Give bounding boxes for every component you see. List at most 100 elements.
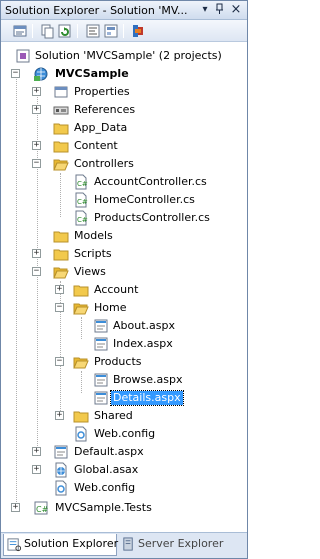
expand-icon[interactable]: + [32,87,41,96]
tree-item-index[interactable]: Index.aspx [1,335,247,353]
collapse-icon[interactable]: − [32,159,41,168]
expand-icon[interactable]: + [55,285,64,294]
tree-label: Products [94,355,142,368]
tree-item-project-mvcsample[interactable]: − MVCSample [1,65,247,83]
tree-label: HomeController.cs [94,193,195,206]
tree-item-products[interactable]: − Products [1,353,247,371]
config-file-icon [73,426,89,442]
tree-item-scripts[interactable]: + Scripts [1,245,247,263]
tree-label: Content [74,139,118,152]
folder-icon [53,246,69,262]
expand-icon[interactable]: + [32,465,41,474]
folder-open-icon [73,300,89,316]
tree-label: Properties [74,85,130,98]
tree-item-home[interactable]: − Home [1,299,247,317]
tree-label: Shared [94,409,133,422]
expand-icon[interactable]: + [32,249,41,258]
config-file-icon [53,480,69,496]
title-bar[interactable]: Solution Explorer - Solution 'MV... ▾ × [1,1,247,20]
tab-label: Server Explorer [138,537,224,550]
tree-item-project-tests[interactable]: + C# MVCSample.Tests [1,499,247,517]
tree-item-details[interactable]: Details.aspx [1,389,247,407]
collapse-icon[interactable]: − [32,267,41,276]
tree-label: MVCSample.Tests [55,501,152,514]
tree-item-products-controller[interactable]: C# ProductsController.cs [1,209,247,227]
tree-item-views-web-config[interactable]: Web.config [1,425,247,443]
tree-item-models[interactable]: Models [1,227,247,245]
tree-item-about[interactable]: About.aspx [1,317,247,335]
tree-label: Controllers [74,157,134,170]
expand-icon[interactable]: + [32,105,41,114]
properties-icon[interactable] [12,23,28,39]
class-diagram-icon[interactable] [130,23,146,39]
tree-item-content[interactable]: + Content [1,137,247,155]
tree-label: References [74,103,136,116]
tree-item-properties[interactable]: + Properties [1,83,247,101]
tab-server-explorer[interactable]: Server Explorer [118,534,244,556]
svg-text:C#: C# [77,180,88,188]
csharp-file-icon: C# [73,210,89,226]
close-icon[interactable]: × [229,3,243,17]
tree-label: Solution 'MVCSample' (2 projects) [35,49,222,62]
toolbar [1,20,247,42]
folder-icon [53,228,69,244]
tree-item-views[interactable]: − Views [1,263,247,281]
bottom-tab-strip: Solution Explorer Server Explorer [1,532,247,558]
expand-icon[interactable]: + [32,141,41,150]
tree-item-shared[interactable]: + Shared [1,407,247,425]
aspx-file-icon [53,444,69,460]
properties-folder-icon [53,84,69,100]
folder-icon [53,120,69,136]
solution-icon [15,48,31,64]
tree-label: Views [74,265,106,278]
tree-label: AccountController.cs [94,175,207,188]
tree-item-account[interactable]: + Account [1,281,247,299]
pin-icon[interactable] [213,3,227,17]
svg-text:C#: C# [77,198,88,206]
tree-item-controllers[interactable]: − Controllers [1,155,247,173]
collapse-icon[interactable]: − [55,357,64,366]
collapse-icon[interactable]: − [55,303,64,312]
aspx-file-icon [93,318,109,334]
folder-icon [73,282,89,298]
tree-item-global[interactable]: + Global.asax [1,461,247,479]
tree-label: Index.aspx [113,337,173,350]
tab-solution-explorer[interactable]: Solution Explorer [3,534,119,556]
solution-explorer-window: Solution Explorer - Solution 'MV... ▾ × … [0,0,248,559]
global-asax-icon [53,462,69,478]
tree-item-home-controller[interactable]: C# HomeController.cs [1,191,247,209]
tree-label: Global.asax [74,463,139,476]
csharp-file-icon: C# [73,192,89,208]
tree-label: App_Data [74,121,128,134]
tree-label: Default.aspx [74,445,144,458]
references-icon [53,102,69,118]
tree-item-account-controller[interactable]: C# AccountController.cs [1,173,247,191]
folder-icon [73,408,89,424]
tree-item-default[interactable]: + Default.aspx [1,443,247,461]
expand-icon[interactable]: + [55,411,64,420]
view-designer-icon[interactable] [103,23,119,39]
tree-item-browse[interactable]: Browse.aspx [1,371,247,389]
folder-open-icon [53,156,69,172]
aspx-file-icon [93,372,109,388]
tree-label: Account [94,283,139,296]
expand-icon[interactable]: + [32,447,41,456]
dropdown-icon[interactable]: ▾ [198,3,212,17]
tree-label: Web.config [74,481,136,494]
show-all-files-icon[interactable] [39,23,55,39]
tree-label-selected: Details.aspx [110,390,184,406]
view-code-icon[interactable] [85,23,101,39]
collapse-icon[interactable]: − [11,69,20,78]
expand-icon[interactable]: + [11,503,20,512]
tree-item-app-data[interactable]: App_Data [1,119,247,137]
tree-item-solution[interactable]: Solution 'MVCSample' (2 projects) [1,47,247,65]
tree-label: Web.config [94,427,156,440]
toolbar-separator [77,24,78,38]
refresh-icon[interactable] [57,23,73,39]
tab-label: Solution Explorer [24,537,119,550]
toolbar-separator [123,24,124,38]
svg-text:C#: C# [77,216,88,224]
solution-tree: Solution 'MVCSample' (2 projects) − MVCS… [1,43,247,529]
tree-item-web-config[interactable]: Web.config [1,479,247,497]
tree-item-references[interactable]: + References [1,101,247,119]
